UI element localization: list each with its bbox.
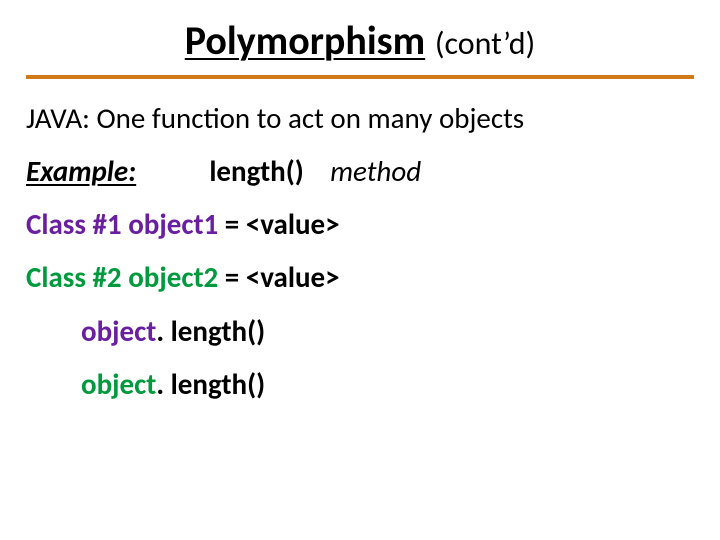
object-name-2: object2 bbox=[128, 259, 218, 295]
object-name-1: object1 bbox=[128, 206, 218, 242]
example-method: length() bbox=[209, 153, 304, 189]
call1-object: object bbox=[81, 313, 156, 349]
class-keyword-1: Class #1 bbox=[26, 206, 122, 242]
example-label: Example: bbox=[26, 153, 136, 189]
example-method-word: method bbox=[330, 153, 421, 189]
example-line: Example: length() method bbox=[26, 152, 694, 191]
call2-rest: length() bbox=[171, 366, 266, 402]
value-2: <value> bbox=[246, 259, 340, 295]
call1-dot: . bbox=[156, 313, 170, 349]
eq-1: = bbox=[225, 206, 246, 242]
intro-line: JAVA: One function to act on many object… bbox=[26, 99, 694, 138]
eq-2: = bbox=[225, 259, 246, 295]
title-divider bbox=[26, 75, 694, 79]
value-1: <value> bbox=[246, 206, 340, 242]
call-line-2: object. length() bbox=[26, 365, 694, 404]
slide-title: Polymorphism (cont’d) bbox=[26, 16, 694, 65]
title-main: Polymorphism bbox=[185, 16, 425, 65]
declaration-1: Class #1 object1 = <value> bbox=[26, 205, 694, 244]
class-keyword-2: Class #2 bbox=[26, 259, 122, 295]
declaration-2: Class #2 object2 = <value> bbox=[26, 258, 694, 297]
call-line-1: object. length() bbox=[26, 312, 694, 351]
call2-object: object bbox=[81, 366, 156, 402]
call2-dot: . bbox=[156, 366, 170, 402]
call1-rest: length() bbox=[171, 313, 266, 349]
slide-body: JAVA: One function to act on many object… bbox=[26, 99, 694, 404]
title-sub: (cont’d) bbox=[435, 24, 535, 63]
